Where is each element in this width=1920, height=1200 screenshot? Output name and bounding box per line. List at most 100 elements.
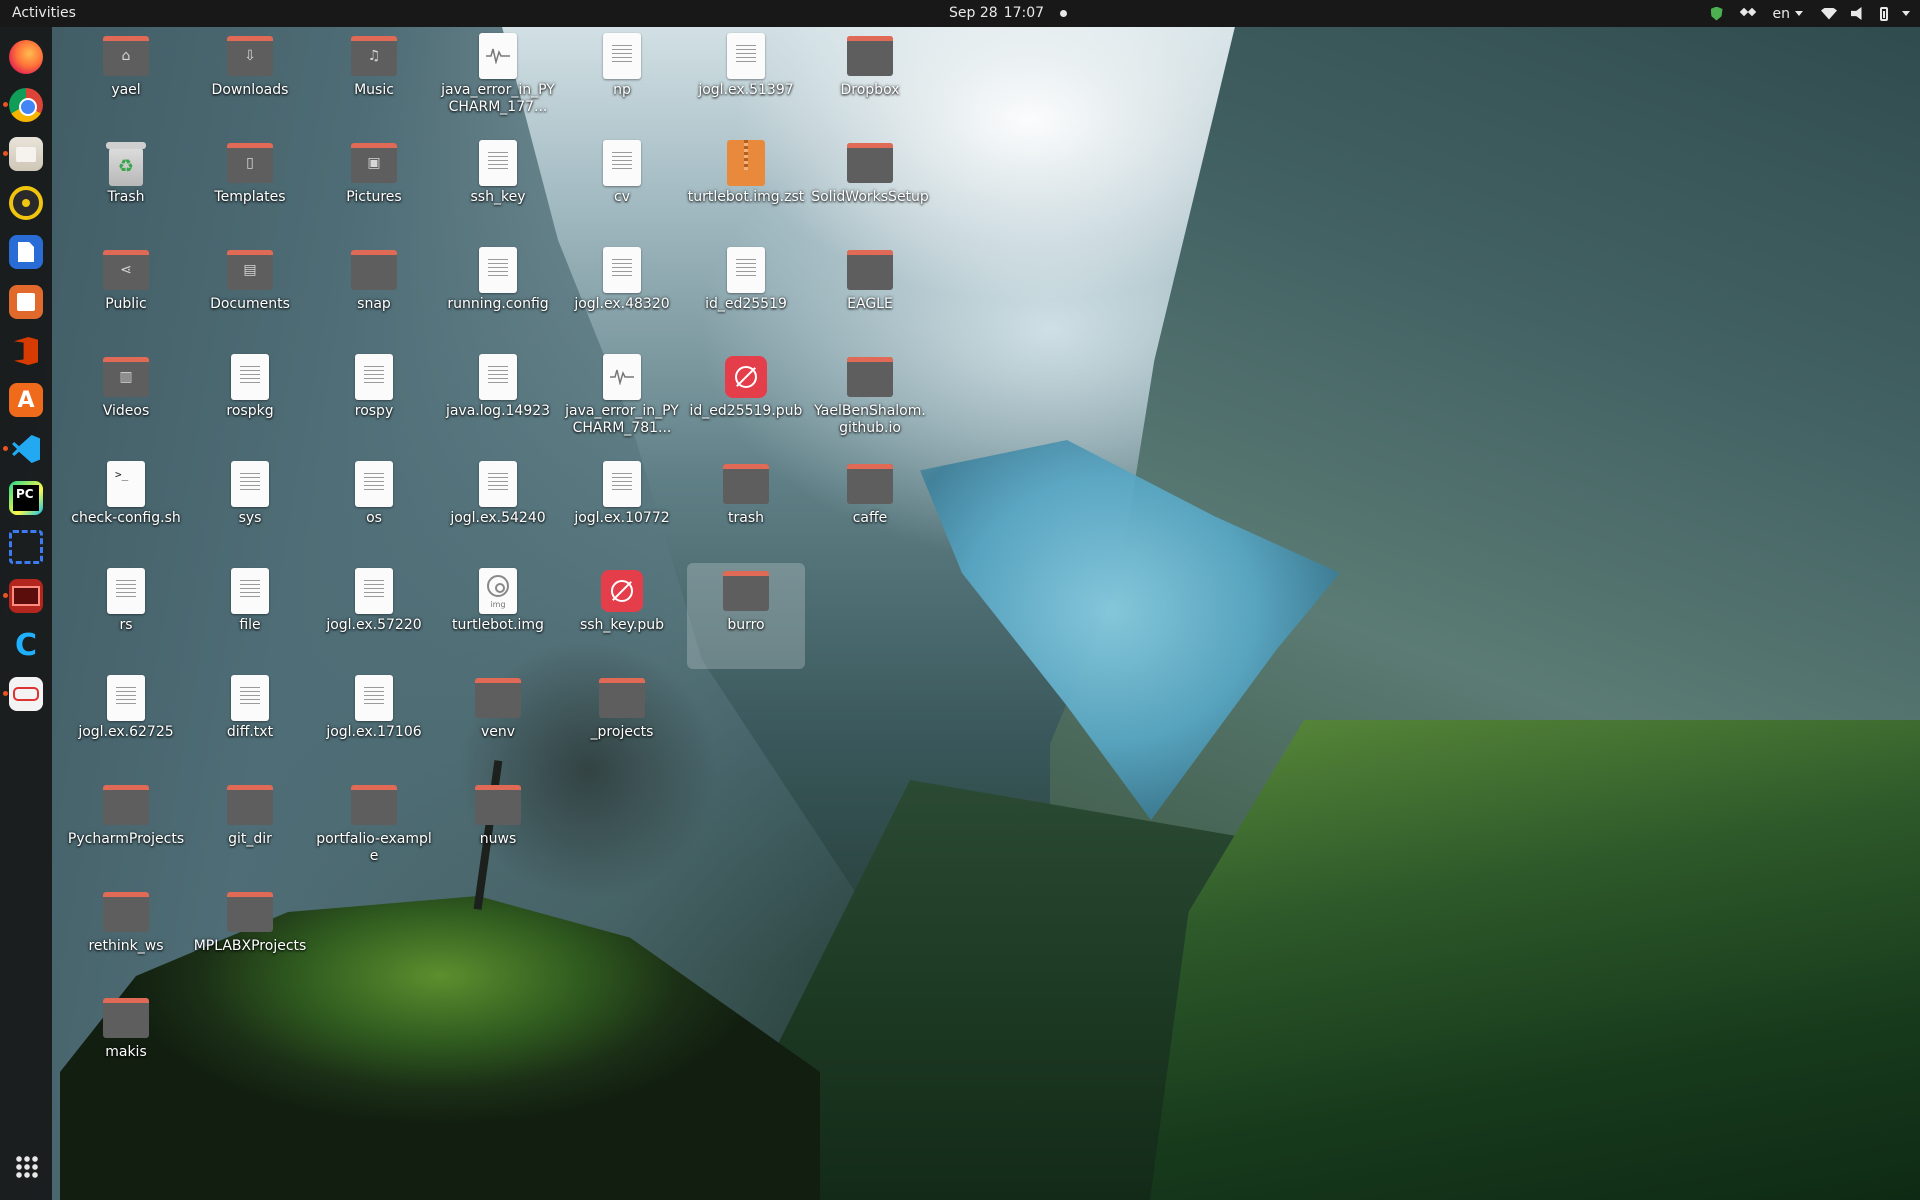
desktop-item-snap[interactable]: snap bbox=[315, 248, 433, 313]
dock-item-libreoffice-impress[interactable] bbox=[8, 284, 44, 320]
desktop-item-venv[interactable]: venv bbox=[439, 676, 557, 741]
desktop-item-jogl-ex-54240[interactable]: jogl.ex.54240 bbox=[439, 461, 557, 527]
dock-item-vscode[interactable] bbox=[3, 431, 44, 467]
desktop-item-yael[interactable]: ⌂ yael bbox=[67, 34, 185, 99]
desktop-item-ssh-key[interactable]: ssh_key bbox=[439, 140, 557, 206]
dock-item-office[interactable] bbox=[8, 333, 44, 369]
desktop-item-rs[interactable]: rs bbox=[67, 568, 185, 634]
desktop-item-burro[interactable]: burro bbox=[687, 563, 805, 669]
desktop-item-yaelbenshalom-github-io[interactable]: YaelBenShalom.github.io bbox=[811, 355, 929, 437]
desktop-item-templates[interactable]: ▯ Templates bbox=[191, 141, 309, 206]
desktop-item-label: PycharmProjects bbox=[67, 831, 185, 847]
desktop-item-music[interactable]: ♫ Music bbox=[315, 34, 433, 99]
folder-icon bbox=[847, 250, 893, 290]
folder-icon-wrapper: ▯ bbox=[227, 141, 273, 185]
desktop-item-jogl-ex-48320[interactable]: jogl.ex.48320 bbox=[563, 247, 681, 313]
folder-icon-wrapper bbox=[847, 141, 893, 185]
log-file-icon-wrapper bbox=[599, 354, 645, 400]
desktop-item-trash[interactable]: trash bbox=[687, 462, 805, 527]
desktop-item-jogl-ex-51397[interactable]: jogl.ex.51397 bbox=[687, 33, 805, 99]
desktop-item-file[interactable]: file bbox=[191, 568, 309, 634]
running-indicator-icon bbox=[3, 691, 8, 696]
folder-icon bbox=[103, 998, 149, 1038]
desktop-item-portfalio-example[interactable]: portfalio-example bbox=[315, 783, 433, 865]
desktop-item-diff-txt[interactable]: diff.txt bbox=[191, 675, 309, 741]
desktop-item-eagle[interactable]: EAGLE bbox=[811, 248, 929, 313]
desktop-item-java-log-14923[interactable]: java.log.14923 bbox=[439, 354, 557, 420]
dock-item-c-app[interactable]: C bbox=[8, 627, 44, 663]
desktop-item-java-error-in-pycharm-781[interactable]: java_error_in_PYCHARM_781... bbox=[563, 354, 681, 437]
dock-item-red-app[interactable] bbox=[3, 578, 44, 614]
dock-item-document-viewer[interactable] bbox=[3, 676, 44, 712]
desktop-item-jogl-ex-17106[interactable]: jogl.ex.17106 bbox=[315, 675, 433, 741]
desktop-item-np[interactable]: np bbox=[563, 33, 681, 99]
desktop-item-caffe[interactable]: caffe bbox=[811, 462, 929, 527]
desktop-item-check-config-sh[interactable]: >_ check-config.sh bbox=[67, 461, 185, 527]
desktop-item-rethink-ws[interactable]: rethink_ws bbox=[67, 890, 185, 955]
desktop-item-label: nuws bbox=[479, 831, 517, 847]
desktop-item-solidworkssetup[interactable]: SolidWorksSetup bbox=[811, 141, 929, 206]
dock-item-chrome[interactable] bbox=[3, 87, 44, 123]
desktop-item-label: Documents bbox=[210, 296, 290, 312]
desktop-item-git-dir[interactable]: git_dir bbox=[191, 783, 309, 848]
shield-icon[interactable] bbox=[1710, 6, 1723, 21]
desktop-item-jogl-ex-10772[interactable]: jogl.ex.10772 bbox=[563, 461, 681, 527]
dock-item-libreoffice-writer[interactable] bbox=[8, 234, 44, 270]
folder-icon: ▯ bbox=[227, 143, 273, 183]
desktop-item-sys[interactable]: sys bbox=[191, 461, 309, 527]
activities-button[interactable]: Activities bbox=[12, 5, 76, 21]
desktop-item-rospkg[interactable]: rospkg bbox=[191, 354, 309, 420]
folder-icon bbox=[723, 464, 769, 504]
show-applications-icon[interactable] bbox=[15, 1155, 39, 1179]
text-file-icon bbox=[479, 354, 517, 400]
folder-emblem-icon: ⇩ bbox=[244, 48, 256, 64]
desktop-item-os[interactable]: os bbox=[315, 461, 433, 527]
dock-item-firefox[interactable] bbox=[8, 39, 44, 75]
folder-icon-wrapper bbox=[475, 676, 521, 720]
trash-icon: ♻ bbox=[106, 140, 146, 186]
system-menu[interactable] bbox=[1821, 6, 1910, 21]
desktop-item-java-error-in-pycharm-177[interactable]: java_error_in_PYCHARM_177... bbox=[439, 33, 557, 116]
folder-emblem-icon: ⌂ bbox=[121, 48, 131, 64]
folder-icon bbox=[847, 36, 893, 76]
desktop-item-ssh-key-pub[interactable]: ssh_key.pub bbox=[563, 569, 681, 634]
text-file-icon-wrapper bbox=[227, 568, 273, 614]
desktop-item-trash[interactable]: ♻ Trash bbox=[67, 141, 185, 206]
desktop-item-jogl-ex-57220[interactable]: jogl.ex.57220 bbox=[315, 568, 433, 634]
desktop-item-rospy[interactable]: rospy bbox=[315, 354, 433, 420]
desktop-item-jogl-ex-62725[interactable]: jogl.ex.62725 bbox=[67, 675, 185, 741]
desktop-item-pictures[interactable]: ▣ Pictures bbox=[315, 141, 433, 206]
desktop-item-label: Public bbox=[105, 296, 147, 312]
folder-icon bbox=[351, 250, 397, 290]
dock-item-rhythmbox[interactable] bbox=[8, 185, 44, 221]
desktop-item-public[interactable]: ⋖ Public bbox=[67, 248, 185, 313]
desktop-item-dropbox[interactable]: Dropbox bbox=[811, 34, 929, 99]
desktop-item-id-ed25519[interactable]: id_ed25519 bbox=[687, 247, 805, 313]
desktop-item-pycharmprojects[interactable]: PycharmProjects bbox=[67, 783, 185, 848]
desktop-item-id-ed25519-pub[interactable]: id_ed25519.pub bbox=[687, 355, 805, 420]
clock-time: 17:07 bbox=[1003, 5, 1045, 21]
folder-icon bbox=[475, 785, 521, 825]
desktop-item-projects[interactable]: _projects bbox=[563, 676, 681, 741]
dock-item-software-store[interactable]: A bbox=[8, 382, 44, 418]
dropbox-icon[interactable] bbox=[1741, 8, 1755, 20]
dock-item-screenshot[interactable] bbox=[8, 529, 44, 565]
desktop-item-documents[interactable]: ▤ Documents bbox=[191, 248, 309, 313]
clock[interactable]: Sep 28 17:07 bbox=[949, 5, 1068, 21]
desktop-item-turtlebot-img-zst[interactable]: turtlebot.img.zst bbox=[687, 140, 805, 206]
desktop-item-mplabxprojects[interactable]: MPLABXProjects bbox=[191, 890, 309, 955]
dock-item-pycharm[interactable]: PC bbox=[8, 480, 44, 516]
desktop-item-cv[interactable]: cv bbox=[563, 140, 681, 206]
text-file-icon-wrapper bbox=[475, 354, 521, 400]
running-indicator-icon bbox=[3, 593, 8, 598]
language-selector[interactable]: en bbox=[1773, 6, 1803, 22]
software-store-icon: A bbox=[9, 383, 43, 417]
desktop-item-makis[interactable]: makis bbox=[67, 996, 185, 1061]
desktop-item-nuws[interactable]: nuws bbox=[439, 783, 557, 848]
dock-item-files[interactable] bbox=[3, 136, 44, 172]
folder-icon: ⌂ bbox=[103, 36, 149, 76]
desktop-item-running-config[interactable]: running.config bbox=[439, 247, 557, 313]
desktop-item-downloads[interactable]: ⇩ Downloads bbox=[191, 34, 309, 99]
desktop-item-videos[interactable]: ▥ Videos bbox=[67, 355, 185, 420]
desktop-item-turtlebot-img[interactable]: img turtlebot.img bbox=[439, 568, 557, 634]
